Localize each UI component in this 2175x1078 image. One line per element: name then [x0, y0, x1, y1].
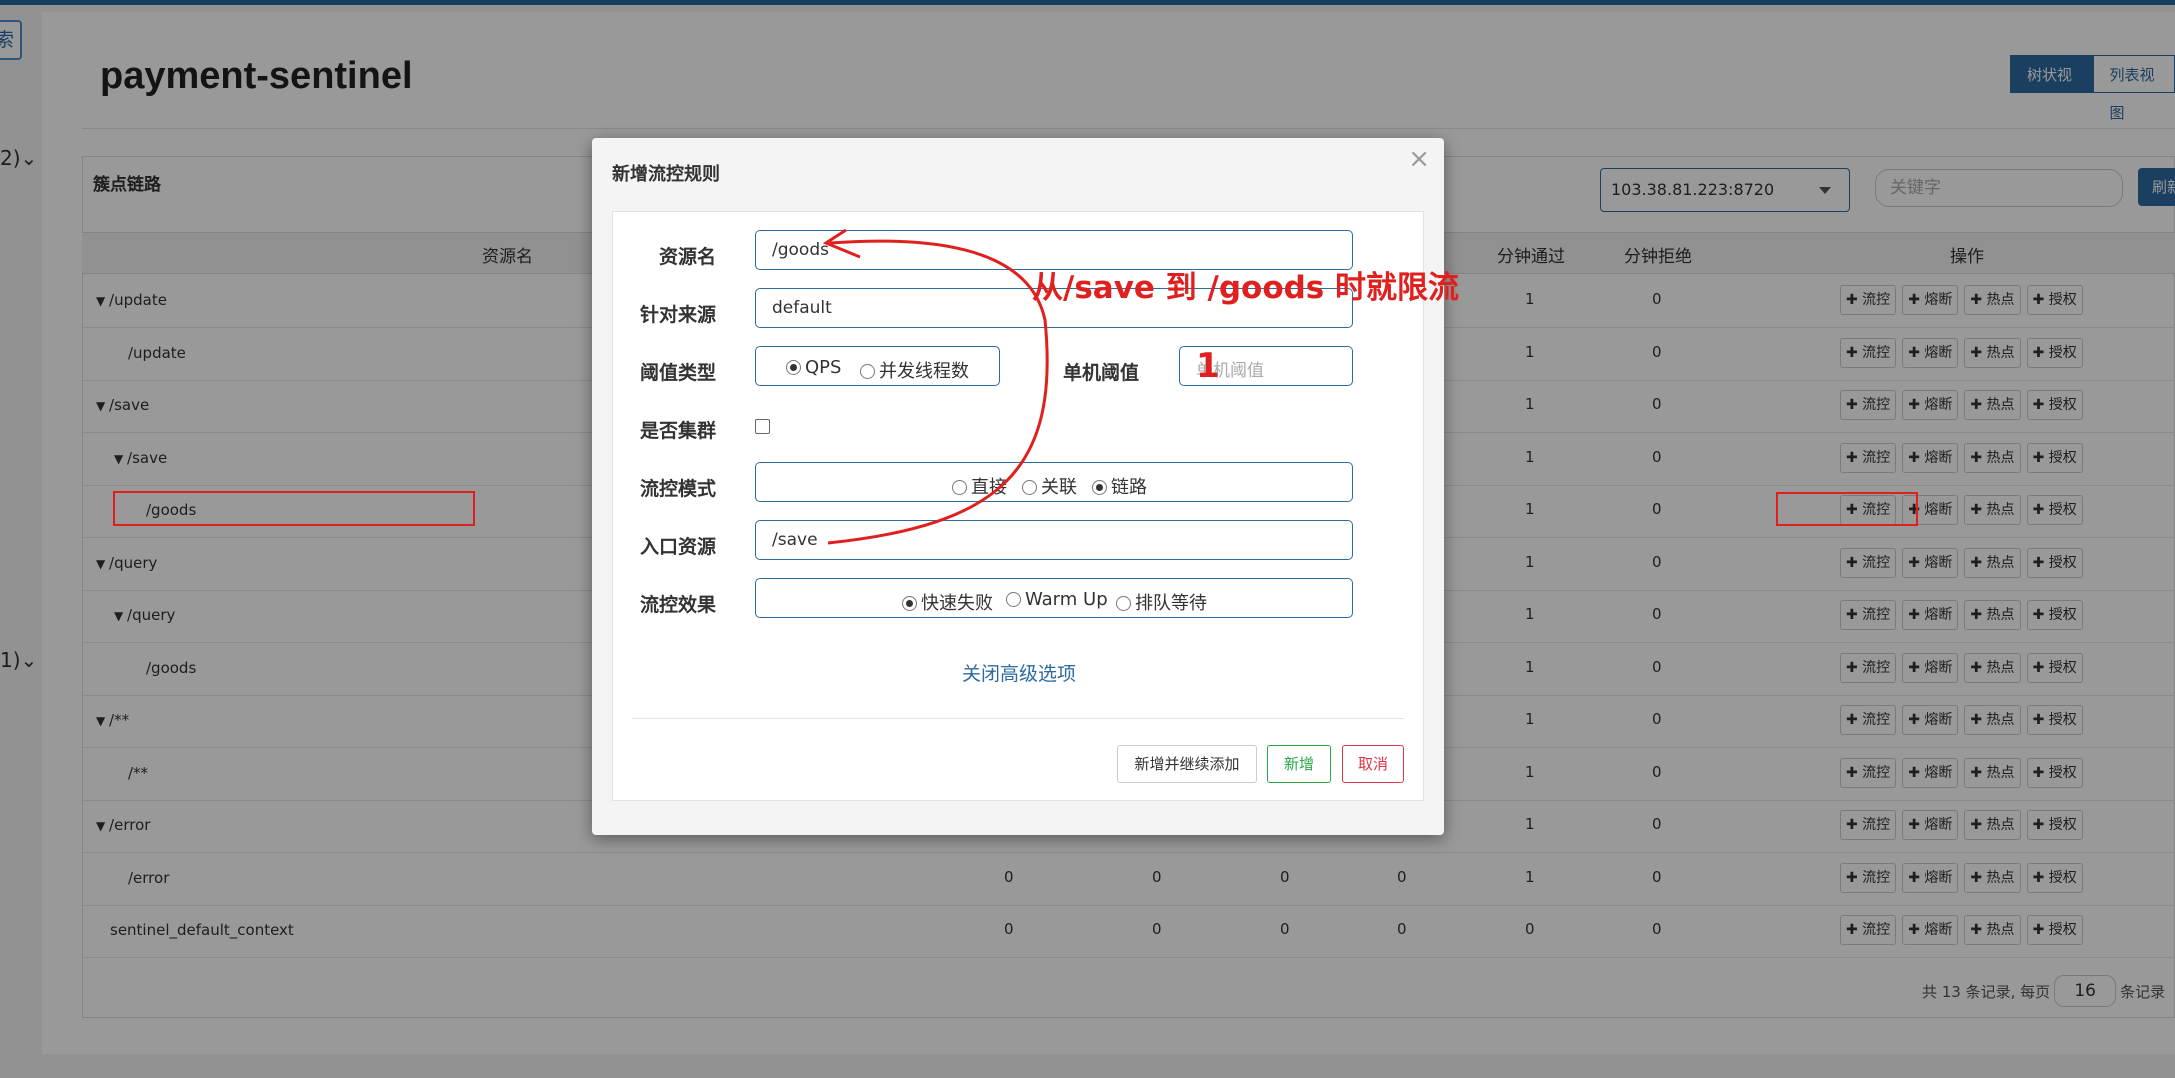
annotation-note: 从/save 到 /goods 时就限流 [1032, 270, 1460, 306]
annotation-threshold-digit: 1 [1196, 346, 1220, 386]
annotation-arrow [822, 228, 1049, 545]
